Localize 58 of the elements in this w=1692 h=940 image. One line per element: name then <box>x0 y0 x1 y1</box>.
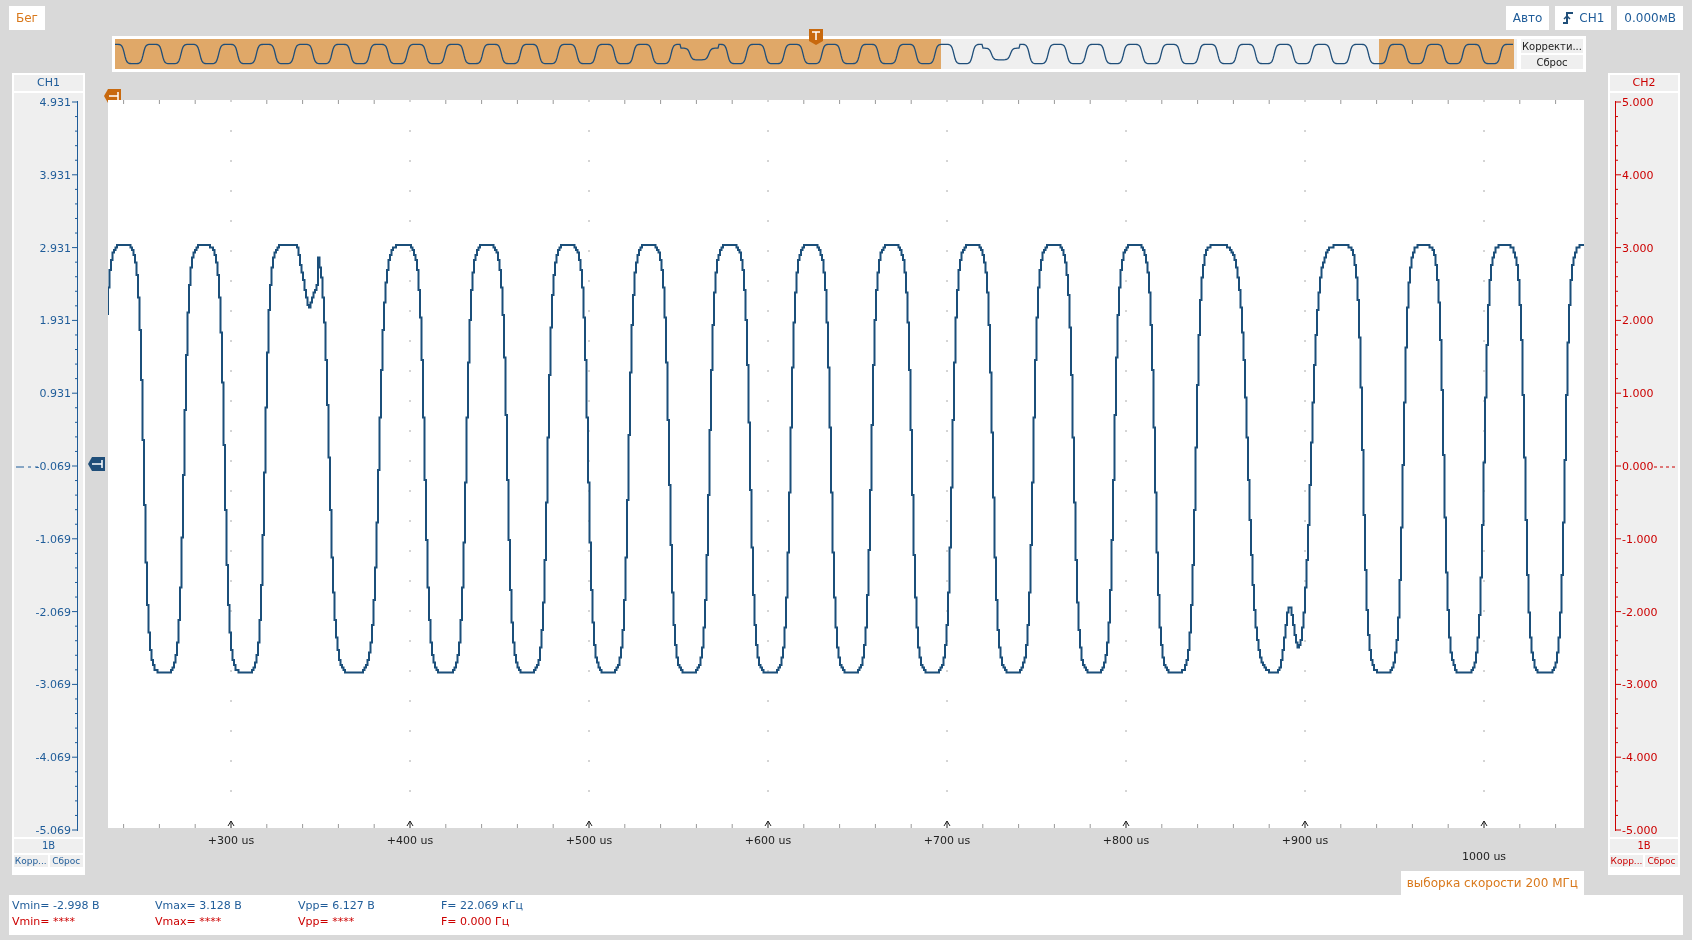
time-axis-label: +900 us <box>1281 834 1329 847</box>
axis-tick-label: 1.931 <box>39 313 71 327</box>
overview-waveform-drawing[interactable] <box>115 39 1515 69</box>
time-axis-label: +700 us <box>923 834 971 847</box>
measurement-value: Vmax= **** <box>155 915 223 930</box>
trigger-source-button[interactable]: CH1 <box>1555 5 1612 30</box>
measurement-value: F= 22.069 кГц <box>441 899 524 914</box>
time-axis-label: +500 us <box>565 834 613 847</box>
axis-tick-label: 3.931 <box>39 168 71 182</box>
trigger-marker-icon[interactable] <box>809 29 823 45</box>
time-axis-label: +300 us <box>207 834 255 847</box>
rising-edge-icon <box>1562 11 1575 24</box>
axis-tick-label: 0.931 <box>39 386 71 400</box>
channel-button[interactable]: Сброс <box>1645 855 1678 867</box>
time-axis-label: +600 us <box>744 834 792 847</box>
axis-tick-label: 5.000 <box>1622 95 1654 109</box>
scale-label: 1В <box>14 839 83 853</box>
axis-tick-label: 3.000 <box>1622 241 1654 255</box>
overview-button[interactable]: Корректи... <box>1521 39 1583 53</box>
axis-tick-label: 4.931 <box>39 95 71 109</box>
measurement-value: Vpp= **** <box>298 915 356 930</box>
mode-button[interactable]: Авто <box>1505 5 1550 30</box>
axis-tick-label: -3.069 <box>35 677 71 691</box>
axis-tick-label: 2.931 <box>39 241 71 255</box>
axis-tick-label: -2.069 <box>35 605 71 619</box>
channel-label: CH2 <box>1610 75 1678 91</box>
axis-tick-label: -4.069 <box>35 750 71 764</box>
scale-label: 1В <box>1610 839 1678 853</box>
channel-button[interactable]: Корр... <box>1610 855 1643 867</box>
axis-tick-label: 4.000 <box>1622 168 1654 182</box>
time-axis-label: +800 us <box>1102 834 1150 847</box>
axis-tick-label: 2.000 <box>1622 313 1654 327</box>
measurement-value: Vmin= **** <box>12 915 76 930</box>
zero-level-line <box>16 466 38 468</box>
axis-tick-label: -0.069 <box>35 459 71 473</box>
axis-tick-label: -5.069 <box>35 823 71 837</box>
trigger-level-button[interactable]: 0.000мВ <box>1617 5 1683 30</box>
axis-tick-label: -4.000 <box>1622 750 1658 764</box>
measurement-value: F= 0.000 Гц <box>441 915 511 930</box>
overview-button[interactable]: Сброс <box>1521 55 1583 69</box>
zero-level-line <box>1654 466 1676 468</box>
axis-tick-label: 1.000 <box>1622 386 1654 400</box>
axis-tick-label: 0.000 <box>1622 459 1654 473</box>
axis-tick-label: -3.000 <box>1622 677 1658 691</box>
axis-tick-label: -1.069 <box>35 532 71 546</box>
sample-rate-label: выборка скорости 200 МГц <box>1400 871 1584 895</box>
axis-tick-label: -2.000 <box>1622 605 1658 619</box>
channel-button[interactable]: Сброс <box>49 855 83 867</box>
measurement-value: Vmax= 3.128 В <box>155 899 243 914</box>
level-marker-icon[interactable] <box>88 457 105 471</box>
axis-tick-label: -1.000 <box>1622 532 1658 546</box>
time-axis-label: +400 us <box>386 834 434 847</box>
channel-button[interactable]: Корр... <box>14 855 48 867</box>
axis-tick-label: -5.000 <box>1622 823 1658 837</box>
measurement-value: Vmin= -2.998 В <box>12 899 101 914</box>
measurement-value: Vpp= 6.127 В <box>298 899 376 914</box>
time-axis-label: 1000 us <box>1461 850 1507 863</box>
channel-label: CH1 <box>14 75 83 91</box>
